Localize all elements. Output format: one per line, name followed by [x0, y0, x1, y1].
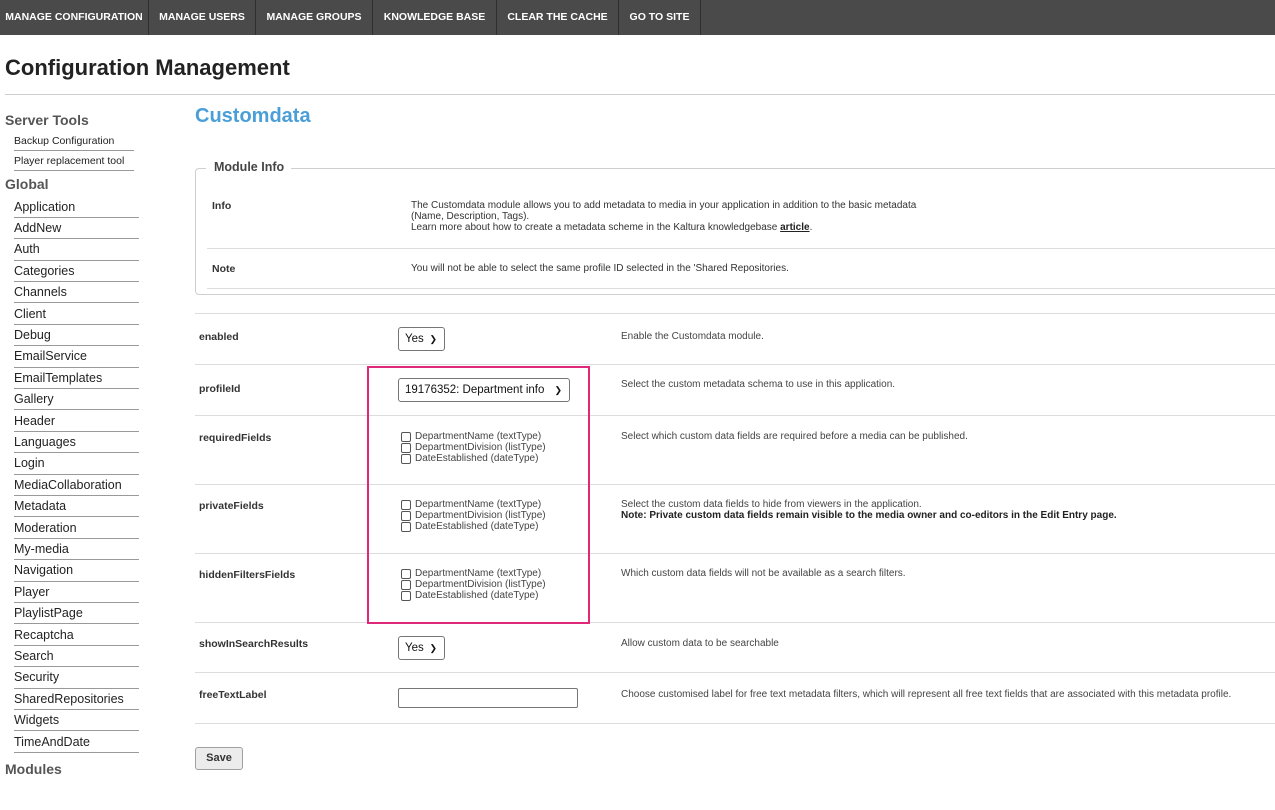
info-label: Info: [212, 200, 232, 212]
profileid-label: profileId: [199, 383, 241, 395]
page-title: Configuration Management: [5, 55, 290, 80]
row-divider: [195, 622, 1275, 623]
sidebar-item-mediacollaboration[interactable]: MediaCollaboration: [14, 475, 139, 497]
chevron-down-icon: ❯: [429, 643, 437, 653]
sidebar-item-player-replacement-tool[interactable]: Player replacement tool: [14, 151, 134, 171]
showinsearchresults-select[interactable]: Yes ❯: [398, 636, 445, 660]
sidebar-item-header[interactable]: Header: [14, 411, 139, 432]
row-divider: [195, 723, 1275, 724]
enabled-label: enabled: [199, 331, 239, 343]
privatefields-description: Select the custom data fields to hide fr…: [621, 499, 1117, 521]
enabled-select[interactable]: Yes ❯: [398, 327, 445, 351]
sidebar-item-playlistpage[interactable]: PlaylistPage: [14, 603, 139, 625]
freetextlabel-description: Choose customised label for free text me…: [621, 689, 1232, 700]
sidebar-item-metadata[interactable]: Metadata: [14, 496, 139, 518]
sidebar-item-channels[interactable]: Channels: [14, 282, 139, 304]
profileid-description: Select the custom metadata schema to use…: [621, 379, 896, 390]
hiddenfiltersfields-label: hiddenFiltersFields: [199, 569, 296, 581]
showinsearchresults-label: showInSearchResults: [199, 638, 309, 650]
sidebar-item-search[interactable]: Search: [14, 646, 139, 668]
save-button[interactable]: Save: [195, 747, 243, 770]
row-divider: [195, 415, 1275, 416]
nav-manage-users[interactable]: MANAGE USERS: [149, 0, 256, 35]
nav-go-to-site[interactable]: GO TO SITE: [619, 0, 701, 35]
sidebar-item-debug[interactable]: Debug: [14, 325, 139, 347]
info-text: The Customdata module allows you to add …: [411, 200, 916, 233]
sidebar-heading-global: Global: [5, 176, 49, 192]
showinsearchresults-select-value: Yes: [405, 642, 424, 654]
enabled-description: Enable the Customdata module.: [621, 331, 764, 342]
info-line-3-end: .: [809, 222, 813, 233]
privatefields-note: Note: Private custom data fields remain …: [621, 510, 1117, 521]
sidebar-item-backup-configuration[interactable]: Backup Configuration: [14, 131, 134, 151]
sidebar-item-timeanddate[interactable]: TimeAndDate: [14, 732, 139, 753]
info-line-3-text: Learn more about how to create a metadat…: [411, 222, 781, 233]
row-divider: [195, 313, 1275, 314]
sidebar-item-emailservice[interactable]: EmailService: [14, 346, 139, 368]
sidebar-heading-server-tools: Server Tools: [5, 112, 89, 128]
privatefields-label: privateFields: [199, 500, 264, 512]
freetextlabel-label: freeTextLabel: [199, 689, 267, 701]
sidebar-item-categories[interactable]: Categories: [14, 261, 139, 283]
article-link[interactable]: article: [780, 222, 809, 233]
sidebar-item-sharedrepositories[interactable]: SharedRepositories: [14, 689, 139, 711]
sidebar-item-my-media[interactable]: My-media: [14, 539, 139, 561]
row-divider: [195, 553, 1275, 554]
top-nav-bar: MANAGE CONFIGURATION MANAGE USERS MANAGE…: [0, 0, 1275, 35]
privatefields-desc-text: Select the custom data fields to hide fr…: [621, 499, 922, 510]
nav-manage-groups[interactable]: MANAGE GROUPS: [256, 0, 373, 35]
sidebar-item-login[interactable]: Login: [14, 453, 139, 475]
nav-knowledge-base[interactable]: KNOWLEDGE BASE: [373, 0, 497, 35]
note-text: You will not be able to select the same …: [411, 263, 789, 274]
row-divider: [195, 672, 1275, 673]
nav-manage-configuration[interactable]: MANAGE CONFIGURATION: [0, 0, 149, 35]
info-line-1: The Customdata module allows you to add …: [411, 200, 917, 211]
sidebar-item-player[interactable]: Player: [14, 582, 139, 604]
sidebar-item-auth[interactable]: Auth: [14, 239, 139, 261]
row-divider: [195, 484, 1275, 485]
freetextlabel-input[interactable]: [398, 688, 578, 708]
sidebar-item-gallery[interactable]: Gallery: [14, 389, 139, 411]
sidebar-item-emailtemplates[interactable]: EmailTemplates: [14, 368, 139, 390]
sidebar-item-security[interactable]: Security: [14, 667, 139, 689]
info-divider: [207, 248, 1275, 249]
enabled-select-value: Yes: [405, 333, 424, 345]
sidebar-heading-modules: Modules: [5, 761, 62, 777]
requiredfields-label: requiredFields: [199, 432, 272, 444]
module-title: Customdata: [195, 105, 311, 127]
chevron-down-icon: ❯: [429, 334, 437, 344]
highlight-box: [367, 366, 590, 624]
info-divider-bottom: [207, 288, 1275, 289]
sidebar-item-recaptcha[interactable]: Recaptcha: [14, 625, 139, 646]
nav-clear-cache[interactable]: CLEAR THE CACHE: [497, 0, 619, 35]
showinsearchresults-description: Allow custom data to be searchable: [621, 638, 779, 649]
sidebar-item-moderation[interactable]: Moderation: [14, 518, 139, 539]
info-line-3: Learn more about how to create a metadat…: [411, 222, 916, 233]
hiddenfiltersfields-description: Which custom data fields will not be ava…: [621, 568, 906, 579]
note-label: Note: [212, 263, 236, 275]
module-info-legend: Module Info: [206, 160, 292, 174]
title-divider: [5, 94, 1275, 95]
row-divider: [195, 364, 1275, 365]
sidebar-item-addnew[interactable]: AddNew: [14, 218, 139, 240]
sidebar-item-languages[interactable]: Languages: [14, 432, 139, 454]
sidebar-item-client[interactable]: Client: [14, 304, 139, 325]
info-line-2: (Name, Description, Tags).: [411, 211, 530, 222]
requiredfields-description: Select which custom data fields are requ…: [621, 431, 968, 442]
sidebar-item-widgets[interactable]: Widgets: [14, 710, 139, 732]
sidebar-item-application[interactable]: Application: [14, 197, 139, 218]
sidebar-item-navigation[interactable]: Navigation: [14, 560, 139, 582]
